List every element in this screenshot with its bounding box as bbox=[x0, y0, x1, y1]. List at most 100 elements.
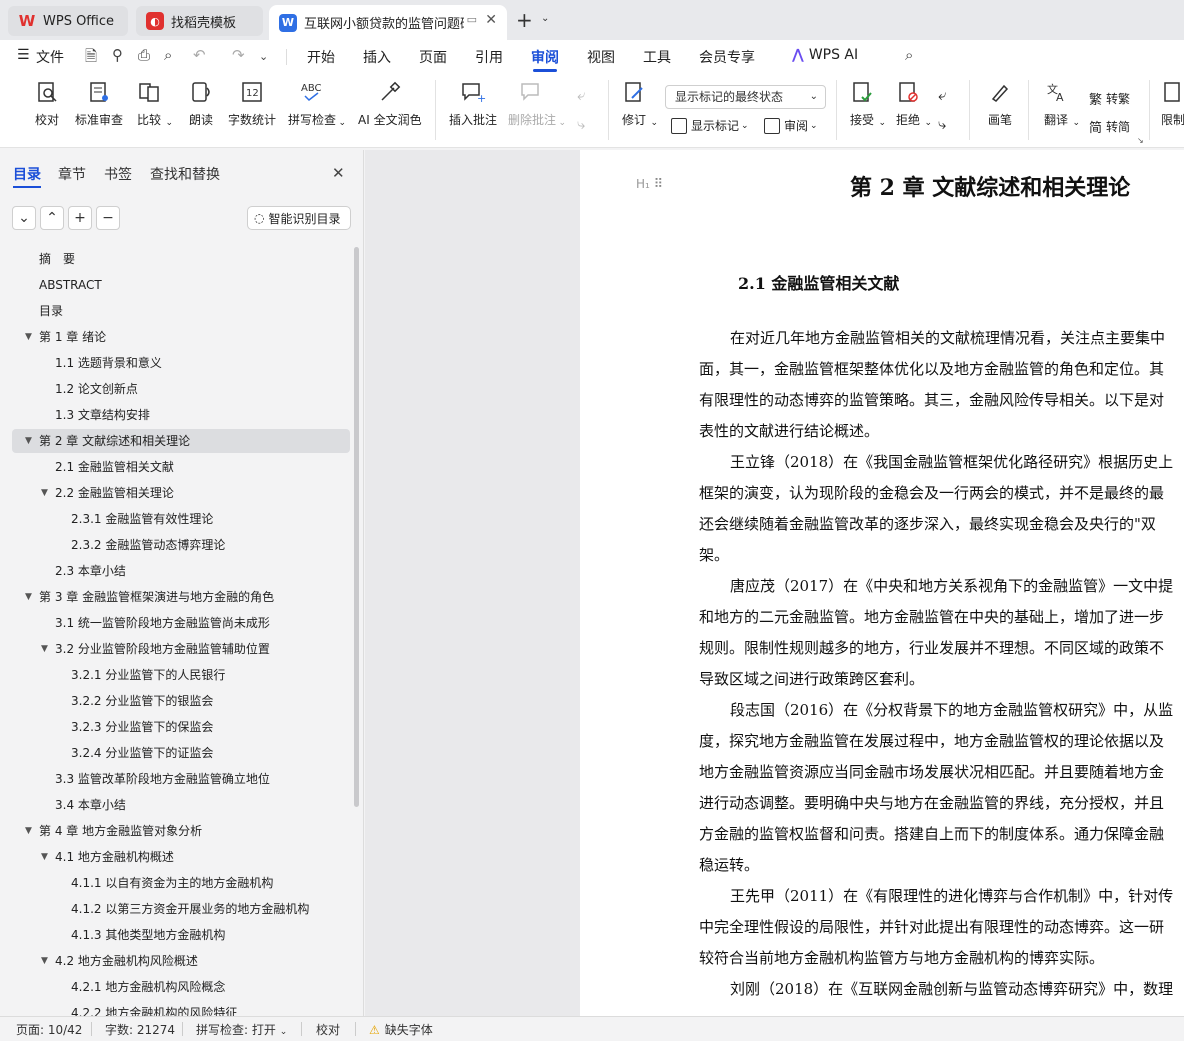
toc-item[interactable]: ▼ 2.2 金融监管相关理论 bbox=[12, 481, 350, 505]
expand-caret-icon[interactable]: ▼ bbox=[25, 325, 32, 349]
collapse-up-button[interactable]: ⌃ bbox=[40, 206, 64, 230]
toc-item[interactable]: 2.1 金融监管相关文献 bbox=[12, 455, 350, 479]
tab-find-replace[interactable]: 查找和替换 bbox=[150, 164, 220, 184]
dialog-launcher-icon[interactable]: ↘ bbox=[1137, 136, 1144, 145]
toc-item[interactable]: ▼ 第 4 章 地方金融监管对象分析 bbox=[12, 819, 350, 843]
tab-wps-office[interactable]: W WPS Office bbox=[8, 6, 128, 36]
toc-item[interactable]: 4.1.1 以自有资金为主的地方金融机构 bbox=[12, 871, 350, 895]
toc-item[interactable]: 1.3 文章结构安排 bbox=[12, 403, 350, 427]
proofread-button[interactable]: 校对 bbox=[33, 78, 61, 128]
toc-item[interactable]: 4.1.2 以第三方资金开展业务的地方金融机构 bbox=[12, 897, 350, 921]
previous-change-icon[interactable]: ⤶ bbox=[938, 86, 946, 104]
menu-insert[interactable]: 插入 bbox=[363, 47, 391, 67]
expand-caret-icon[interactable]: ▼ bbox=[25, 585, 32, 609]
drag-handle-icon[interactable]: ⠿ bbox=[654, 177, 664, 192]
menu-member[interactable]: 会员专享 bbox=[699, 47, 755, 67]
smart-toc-button[interactable]: ◌ 智能识别目录 bbox=[247, 206, 351, 230]
toc-item[interactable]: 摘 要 bbox=[12, 247, 350, 271]
ai-polish-button[interactable]: AI 全文润色 bbox=[358, 78, 422, 128]
menu-file[interactable]: 文件 bbox=[36, 47, 64, 67]
to-traditional-button[interactable]: 繁 转繁 bbox=[1089, 89, 1130, 108]
save-icon[interactable]: 🗎 bbox=[85, 46, 97, 71]
reject-button[interactable]: 拒绝 ⌄ bbox=[894, 78, 932, 128]
translate-button[interactable]: 文A 翻译 ⌄ bbox=[1042, 78, 1080, 128]
new-tab-button[interactable]: + bbox=[516, 8, 533, 32]
toc-item[interactable]: 3.1 统一监管阶段地方金融监管尚未成形 bbox=[12, 611, 350, 635]
print-icon[interactable]: ⎙ bbox=[138, 46, 150, 64]
tab-template[interactable]: ◐ 找稻壳模板 bbox=[136, 6, 263, 36]
more-chevron-icon[interactable]: ⌄ bbox=[259, 50, 268, 63]
accept-button[interactable]: 接受 ⌄ bbox=[848, 78, 886, 128]
toc-item[interactable]: 4.1.3 其他类型地方金融机构 bbox=[12, 923, 350, 947]
document-page[interactable]: H₁ ⠿ 第 2 章 文献综述和相关理论 2.1 金融监管相关文献 在对近几年地… bbox=[580, 150, 1184, 1016]
next-change-icon[interactable]: ⤷ bbox=[938, 115, 946, 133]
search-icon[interactable]: ⌕ bbox=[905, 46, 913, 64]
spell-check-toggle[interactable]: 拼写检查: 打开 ⌄ bbox=[196, 1021, 287, 1038]
heading-level-marker[interactable]: H₁ ⠿ bbox=[636, 177, 663, 192]
toc-item[interactable]: 4.2.2 地方金融机构的风险特征 bbox=[12, 1001, 350, 1016]
toc-item[interactable]: 3.2.4 分业监管下的证监会 bbox=[12, 741, 350, 765]
missing-font-indicator[interactable]: ⚠ 缺失字体 bbox=[369, 1021, 433, 1038]
close-tab-icon[interactable]: ✕ bbox=[485, 12, 497, 28]
close-pane-icon[interactable]: ✕ bbox=[332, 164, 345, 182]
toc-item[interactable]: 3.4 本章小结 bbox=[12, 793, 350, 817]
toc-item[interactable]: 目录 bbox=[12, 299, 350, 323]
show-markup-button[interactable]: 显示标记 ⌄ bbox=[671, 117, 749, 134]
tab-bookmarks[interactable]: 书签 bbox=[104, 164, 132, 184]
toc-item[interactable]: 3.2.3 分业监管下的保监会 bbox=[12, 715, 350, 739]
expand-caret-icon[interactable]: ▼ bbox=[41, 481, 48, 505]
menu-page[interactable]: 页面 bbox=[419, 47, 447, 67]
toc-item[interactable]: 3.3 监管改革阶段地方金融监管确立地位 bbox=[12, 767, 350, 791]
menu-references[interactable]: 引用 bbox=[475, 47, 503, 67]
expand-caret-icon[interactable]: ▼ bbox=[41, 845, 48, 869]
print-preview-icon[interactable]: ⌕ bbox=[164, 46, 172, 64]
next-comment-icon[interactable]: ⤷ bbox=[577, 115, 585, 133]
menu-home[interactable]: 开始 bbox=[307, 47, 335, 67]
revise-button[interactable]: 修订 ⌄ bbox=[620, 78, 658, 128]
toc-item[interactable]: 3.2.2 分业监管下的银监会 bbox=[12, 689, 350, 713]
undo-icon[interactable]: ↶ bbox=[193, 46, 206, 64]
redo-icon[interactable]: ↷ bbox=[232, 46, 245, 64]
toc-item[interactable]: 1.2 论文创新点 bbox=[12, 377, 350, 401]
chevron-down-icon[interactable]: ⌄ bbox=[541, 13, 549, 24]
proof-status[interactable]: 校对 bbox=[316, 1021, 340, 1038]
insert-comment-button[interactable]: + 插入批注 bbox=[449, 78, 497, 128]
toc-item[interactable]: ABSTRACT bbox=[12, 273, 350, 297]
tab-toc[interactable]: 目录 bbox=[13, 164, 41, 184]
add-heading-button[interactable]: + bbox=[68, 206, 92, 230]
page-indicator[interactable]: 页面: 10/42 bbox=[16, 1021, 82, 1038]
expand-caret-icon[interactable]: ▼ bbox=[25, 429, 32, 453]
spell-check-button[interactable]: ABC 拼写检查 ⌄ bbox=[288, 78, 346, 128]
word-count-button[interactable]: 12 字数统计 bbox=[228, 78, 276, 128]
menu-tools[interactable]: 工具 bbox=[643, 47, 671, 67]
tab-document[interactable]: W 互联网小额贷款的监管问题研究 ▭ ✕ bbox=[269, 5, 507, 40]
review-pane-button[interactable]: 审阅 ⌄ bbox=[764, 117, 818, 134]
toc-item[interactable]: ▼ 第 3 章 金融监管框架演进与地方金融的角色 bbox=[12, 585, 350, 609]
compare-button[interactable]: 比较 ⌄ bbox=[135, 78, 173, 128]
delete-comment-button[interactable]: 删除批注 ⌄ bbox=[508, 78, 566, 128]
menu-review[interactable]: 审阅 bbox=[531, 47, 559, 67]
tab-chapters[interactable]: 章节 bbox=[58, 164, 86, 184]
toc-item[interactable]: ▼ 3.2 分业监管阶段地方金融监管辅助位置 bbox=[12, 637, 350, 661]
wps-ai-button[interactable]: ⋀ WPS AI bbox=[792, 47, 858, 63]
read-aloud-button[interactable]: 朗读 bbox=[187, 78, 215, 128]
toc-item[interactable]: ▼ 4.2 地方金融机构风险概述 bbox=[12, 949, 350, 973]
toc-item[interactable]: 4.2.1 地方金融机构风险概念 bbox=[12, 975, 350, 999]
toc-item[interactable]: 3.2.1 分业监管下的人民银行 bbox=[12, 663, 350, 687]
expand-caret-icon[interactable]: ▼ bbox=[41, 637, 48, 661]
expand-caret-icon[interactable]: ▼ bbox=[25, 819, 32, 843]
expand-down-button[interactable]: ⌄ bbox=[12, 206, 36, 230]
hamburger-icon[interactable]: ☰ bbox=[17, 47, 30, 63]
toc-item[interactable]: ▼ 4.1 地方金融机构概述 bbox=[12, 845, 350, 869]
previous-comment-icon[interactable]: ⤶ bbox=[577, 86, 585, 104]
pen-button[interactable]: 画笔 bbox=[986, 78, 1014, 128]
standard-review-button[interactable]: 标准审查 bbox=[75, 78, 123, 128]
to-simplified-button[interactable]: 简 转简 bbox=[1089, 117, 1130, 136]
word-count-indicator[interactable]: 字数: 21274 bbox=[105, 1021, 175, 1038]
toc-scrollbar[interactable] bbox=[354, 247, 359, 807]
menu-view[interactable]: 视图 bbox=[587, 47, 615, 67]
remove-heading-button[interactable]: − bbox=[96, 206, 120, 230]
expand-caret-icon[interactable]: ▼ bbox=[41, 949, 48, 973]
toc-item[interactable]: 2.3.1 金融监管有效性理论 bbox=[12, 507, 350, 531]
restrict-button[interactable]: 限制 bbox=[1159, 78, 1184, 128]
